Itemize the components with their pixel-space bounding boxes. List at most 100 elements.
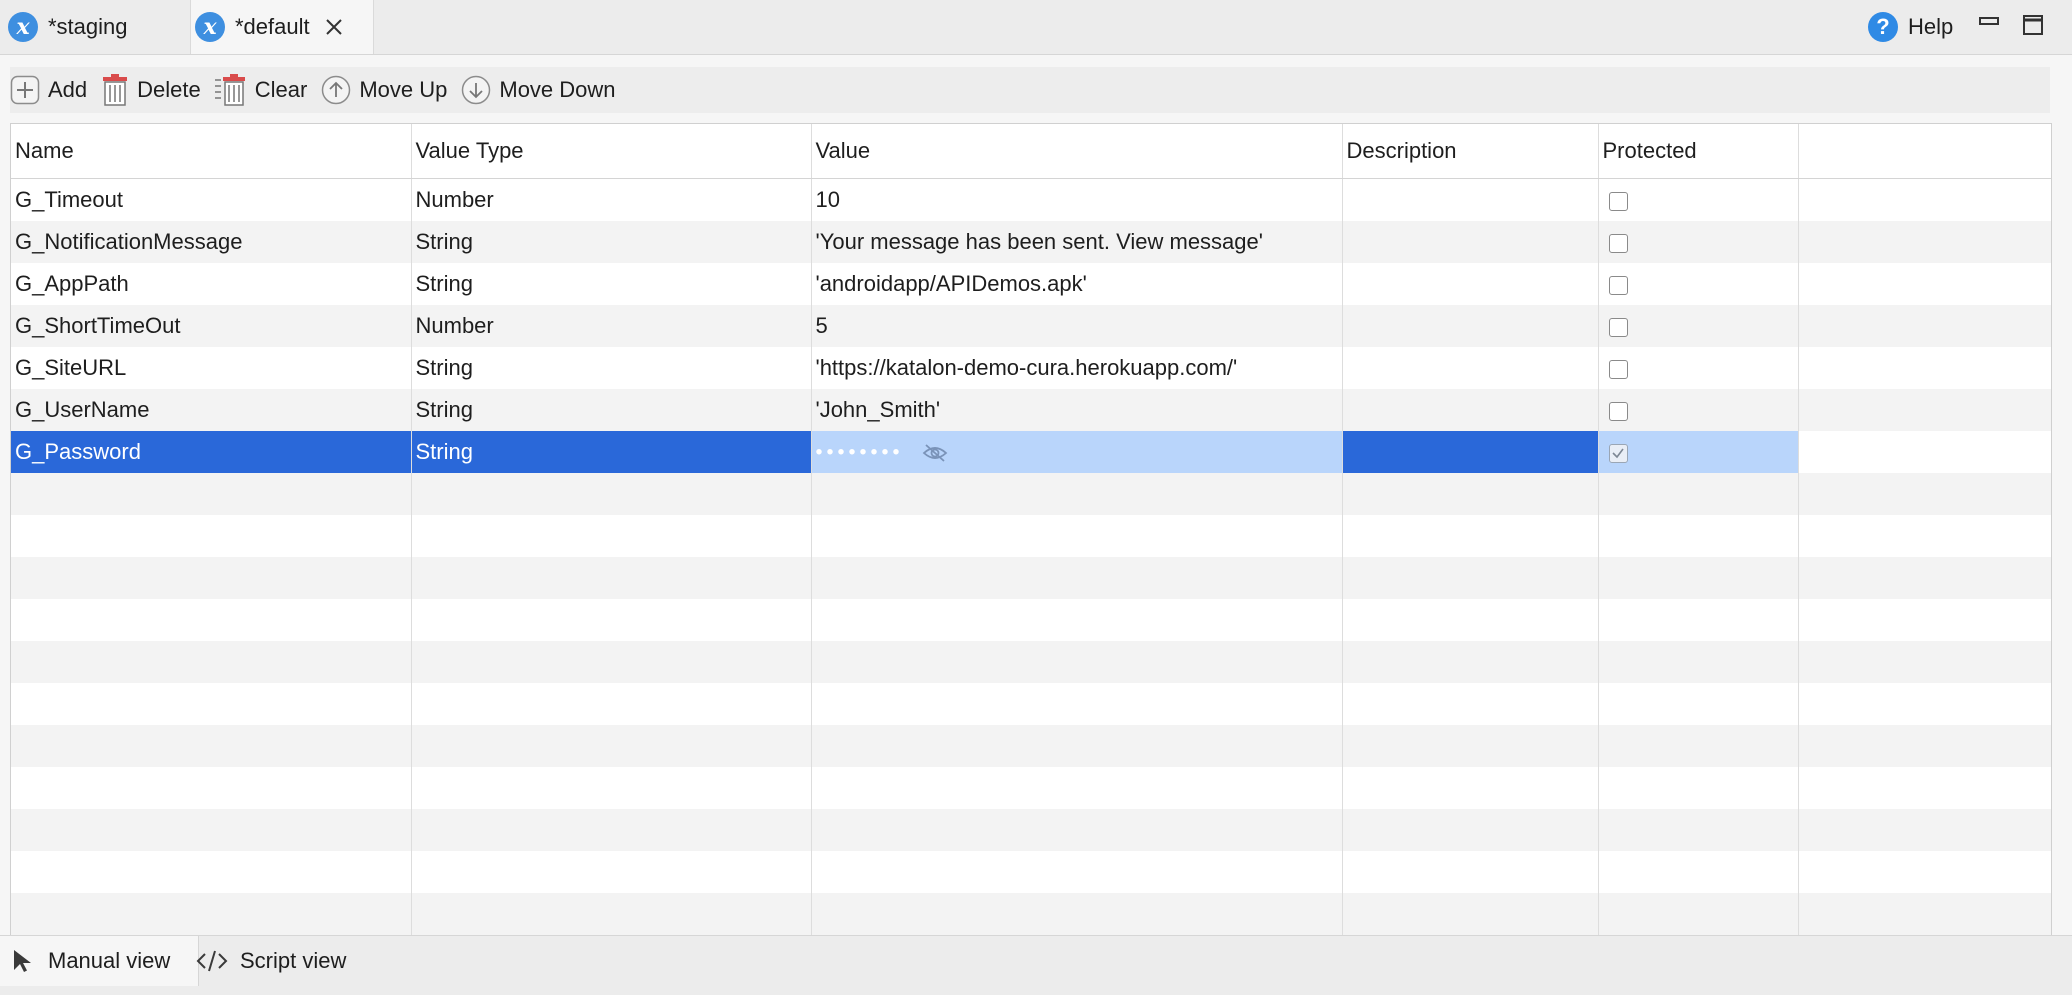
protected-checkbox[interactable] [1608, 401, 1628, 421]
column-header-filler [1798, 124, 2051, 179]
move-up-label: Move Up [359, 77, 448, 102]
move-down-button[interactable]: Move Down [461, 67, 616, 113]
cell-name[interactable]: G_UserName [11, 389, 412, 431]
cell-name[interactable]: G_SiteURL [11, 347, 412, 389]
empty-row [11, 725, 2051, 767]
cell-description[interactable] [1342, 305, 1599, 347]
cell-protected [1598, 347, 1799, 389]
view-tab-strip: Manual view Script view [0, 935, 2072, 995]
delete-button[interactable]: Delete [101, 67, 201, 113]
cell-value[interactable]: 10 [811, 178, 1343, 221]
cell-value[interactable]: 'https://katalon-demo-cura.herokuapp.com… [811, 347, 1343, 389]
tab-staging[interactable]: x *staging [0, 0, 194, 54]
cell-protected [1598, 305, 1799, 347]
empty-row [11, 851, 2051, 893]
cell-description[interactable] [1342, 347, 1599, 389]
cell-description[interactable] [1342, 221, 1599, 263]
cell-value-type[interactable]: Number [411, 305, 812, 347]
cell-value[interactable]: •••••••• [811, 431, 1343, 473]
table-row[interactable]: G_SiteURL String 'https://katalon-demo-c… [11, 347, 2051, 389]
add-button[interactable]: Add [10, 67, 87, 113]
cell-value[interactable]: 'Your message has been sent. View messag… [811, 221, 1343, 263]
cell-value-type[interactable]: String [411, 221, 812, 263]
editor-tab-strip: x *staging x *default ? Help [0, 0, 2072, 55]
maximize-icon[interactable] [2022, 14, 2044, 36]
cursor-arrow-icon [14, 950, 31, 972]
empty-row [11, 683, 2051, 725]
cell-protected [1598, 263, 1799, 305]
protected-checkbox[interactable] [1608, 275, 1628, 295]
table-row[interactable]: G_NotificationMessage String 'Your messa… [11, 221, 2051, 263]
add-icon [10, 75, 40, 105]
arrow-up-icon [322, 75, 351, 105]
clear-all-icon [214, 74, 245, 106]
clear-label: Clear [254, 77, 308, 102]
cell-value[interactable]: 'John_Smith' [811, 389, 1343, 431]
tab-default[interactable]: x *default [190, 0, 374, 54]
cell-description[interactable] [1342, 178, 1599, 221]
empty-row [11, 767, 2051, 809]
cell-value[interactable]: 5 [811, 305, 1343, 347]
empty-row [11, 599, 2051, 641]
arrow-down-icon [462, 75, 491, 105]
table-row[interactable]: G_Timeout Number 10 [11, 178, 2051, 221]
cell-description[interactable] [1342, 431, 1599, 473]
script-view-label: Script view [240, 948, 347, 973]
table-row[interactable]: G_UserName String 'John_Smith' [11, 389, 2051, 431]
variable-x-icon: x [195, 12, 225, 42]
help-button[interactable]: ? Help [1868, 10, 1953, 44]
cell-value[interactable]: 'androidapp/APIDemos.apk' [811, 263, 1343, 305]
column-header-description[interactable]: Description [1342, 124, 1599, 179]
cell-name[interactable]: G_NotificationMessage [11, 221, 412, 263]
protected-checkbox-checked[interactable] [1608, 443, 1628, 463]
column-header-value-type[interactable]: Value Type [411, 124, 812, 179]
table-row[interactable]: G_AppPath String 'androidapp/APIDemos.ap… [11, 263, 2051, 305]
cell-protected [1598, 178, 1799, 221]
table-row[interactable]: G_ShortTimeOut Number 5 [11, 305, 2051, 347]
protected-checkbox[interactable] [1608, 233, 1628, 253]
tab-staging-label: *staging [48, 14, 128, 39]
toolbar: Add Delete Clear Move Up Move Down [10, 67, 2050, 113]
table-row-selected[interactable]: G_Password String •••••••• [11, 431, 2051, 473]
help-icon: ? [1868, 12, 1898, 42]
clear-button[interactable]: Clear [214, 67, 308, 113]
cell-name[interactable]: G_ShortTimeOut [11, 305, 412, 347]
move-down-label: Move Down [499, 77, 616, 102]
cell-value-type[interactable]: String [411, 263, 812, 305]
protected-checkbox[interactable] [1608, 359, 1628, 379]
trash-icon [103, 74, 128, 106]
variable-x-icon: x [8, 12, 38, 42]
cell-value-type[interactable]: String [411, 431, 812, 473]
empty-row [11, 473, 2051, 515]
cell-description[interactable] [1342, 389, 1599, 431]
column-header-name[interactable]: Name [11, 124, 412, 179]
tab-manual-view[interactable]: Manual view [0, 936, 199, 986]
cell-name[interactable]: G_Password [11, 431, 412, 473]
tab-script-view[interactable]: Script view [196, 936, 396, 986]
empty-row [11, 809, 2051, 851]
cell-description[interactable] [1342, 263, 1599, 305]
eye-slash-icon[interactable] [922, 443, 948, 463]
cell-protected [1598, 221, 1799, 263]
global-variables-editor: Add Delete Clear Move Up Move Down Name … [0, 55, 2072, 983]
masked-value: •••••••• [815, 441, 904, 464]
table-header: Name Value Type Value Description Protec… [11, 124, 2051, 179]
empty-row [11, 641, 2051, 683]
add-label: Add [48, 77, 88, 102]
cell-value-type[interactable]: String [411, 347, 812, 389]
column-header-value[interactable]: Value [811, 124, 1343, 179]
minimize-icon[interactable] [1978, 14, 2000, 36]
close-icon[interactable] [322, 15, 346, 39]
protected-checkbox[interactable] [1608, 191, 1628, 211]
tab-default-label: *default [235, 14, 310, 39]
cell-name[interactable]: G_AppPath [11, 263, 412, 305]
help-label: Help [1908, 14, 1954, 39]
column-header-protected[interactable]: Protected [1598, 124, 1799, 179]
cell-name[interactable]: G_Timeout [11, 178, 412, 221]
protected-checkbox[interactable] [1608, 317, 1628, 337]
empty-row [11, 557, 2051, 599]
move-up-button[interactable]: Move Up [321, 67, 447, 113]
cell-value-type[interactable]: String [411, 389, 812, 431]
cell-value-type[interactable]: Number [411, 178, 812, 221]
manual-view-label: Manual view [48, 948, 171, 973]
